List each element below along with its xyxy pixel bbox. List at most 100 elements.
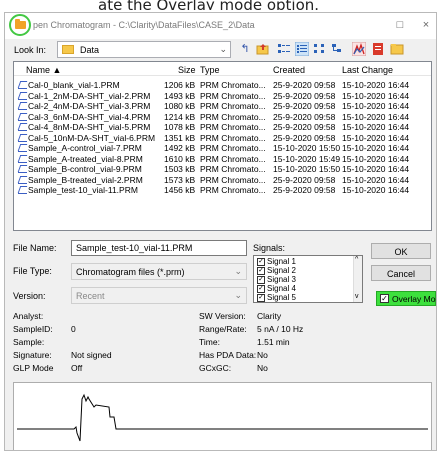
cell-last-change: 15-10-2020 16:44 [342,122,410,132]
tiles-view-icon[interactable] [313,42,327,56]
cell-size: 1214 kB [164,111,196,122]
table-row[interactable]: Sample_A-treated_vial-8.PRM 1610 kB PRM Ch… [16,154,429,165]
folder-icon[interactable] [390,42,404,56]
column-name[interactable]: Name ▲ [26,65,61,75]
table-row[interactable]: Sample_A-control_vial-7.PRM 1492 kB PRM Ch… [16,143,429,154]
column-created[interactable]: Created [273,65,305,75]
range-rate-value: 5 nA / 10 Hz [257,324,304,334]
signal-item[interactable]: ✓ Signal 3 [257,276,296,284]
signal-label: Signal 1 [267,257,296,266]
file-name-field[interactable]: Sample_test-10_vial-11.PRM [71,240,247,256]
signals-list[interactable]: ✓ Signal 1 ✓ Signal 2 ✓ Signal 3 ✓ Signal 4 ✓ Sig… [253,255,363,303]
table-row[interactable]: Cal-2_4nM-DA-SHT_vial-3.PRM 1080 kB PRM Ch… [16,101,429,112]
file-name-value: Sample_test-10_vial-11.PRM [76,243,193,253]
signal-label: Signal 4 [267,284,296,293]
cell-type: PRM Chromato... [200,174,266,185]
file-type-value: Chromatogram files (*.prm) [76,267,185,277]
cancel-button[interactable]: Cancel [371,265,431,281]
scroll-up-icon[interactable]: ^ [355,256,358,263]
cell-size: 1080 kB [164,101,196,111]
table-row[interactable]: Cal-1_2nM-DA-SHT_vial-2.PRM 1493 kB PRM Ch… [16,91,429,102]
chromatogram-file-icon [18,134,27,142]
scroll-down-icon[interactable]: v [355,293,359,300]
checkbox-icon[interactable]: ✓ [257,285,265,293]
open-chromatogram-dialog: pen Chromatogram - C:\Clarity\DataFiles\… [4,12,437,451]
table-row[interactable]: Cal-3_6nM-DA-SHT_vial-4.PRM 1214 kB PRM Ch… [16,112,429,123]
chromatogram-file-icon [18,155,27,163]
pda-label: Has PDA Data: [199,350,257,360]
folder-app-icon[interactable] [9,14,31,36]
cell-size: 1351 kB [164,132,196,143]
chromatogram-preview [13,382,432,450]
file-list[interactable]: Name ▲ Size Type Created Last Change Cal… [13,61,432,231]
details-view-icon[interactable] [294,41,310,57]
checkbox-icon[interactable]: ✓ [257,276,265,284]
checkbox-icon[interactable]: ✓ [257,258,265,266]
table-row[interactable]: Sample_test-10_vial-11.PRM 1456 kB PRM Chr… [16,185,429,196]
cell-size: 1078 kB [164,122,196,132]
column-last-change[interactable]: Last Change [342,65,393,75]
cell-size: 1206 kB [164,80,196,90]
cell-type: PRM Chromato... [200,101,266,111]
maximize-button[interactable]: □ [393,18,407,32]
window-title: pen Chromatogram - C:\Clarity\DataFiles\… [33,20,255,30]
signal-item[interactable]: ✓ Signal 4 [257,285,296,293]
signal-item[interactable]: ✓ Signal 2 [257,267,296,275]
cell-created: 25-9-2020 09:58 [273,90,336,101]
glp-mode-value: Off [71,363,83,373]
table-row[interactable]: Cal-5_10nM-DA-SHT_vial-6.PRM 1351 kB PRM C… [16,133,429,144]
signal-item[interactable]: ✓ Signal 5 [257,294,296,302]
chromatogram-file-icon [18,176,27,184]
version-select[interactable]: Recent ⌄ [71,287,247,304]
table-row[interactable]: Cal-0_blank_vial-1.PRM 1206 kB PRM Chromat… [16,80,429,91]
cell-name: Sample_B-treated_vial-2.PRM [28,174,143,185]
cell-size: 1456 kB [164,185,196,195]
ok-button[interactable]: OK [371,243,431,259]
checkbox-icon[interactable]: ✓ [257,267,265,275]
time-value: 1.51 min [257,337,290,347]
chromatogram-file-icon [18,144,27,152]
chromatogram-trace [17,393,428,442]
up-folder-icon[interactable] [256,42,270,56]
signal-label: Signal 3 [267,275,296,284]
chevron-down-icon: ⌄ [219,44,227,54]
tree-view-icon[interactable] [331,42,345,56]
signals-scrollbar[interactable]: ^ v [353,256,362,302]
cell-name: Cal-3_6nM-DA-SHT_vial-4.PRM [28,111,151,122]
file-name-label: File Name: [13,243,57,253]
cell-last-change: 15-10-2020 16:44 [342,164,410,174]
list-view-icon[interactable] [277,42,291,56]
cell-size: 1503 kB [164,164,196,174]
table-row[interactable]: Sample_B-control_vial-9.PRM 1503 kB PRM Ch… [16,164,429,175]
sw-version-label: SW Version: [199,311,246,321]
sampleid-label: SampleID: [13,324,53,334]
back-icon[interactable]: ↰ [238,42,252,56]
checkmark-icon: ✓ [380,294,389,303]
cell-type: PRM Chromato... [200,164,266,174]
cell-type: PRM Chromato... [200,90,266,101]
analyst-label: Analyst: [13,311,44,321]
chevron-down-icon: ⌄ [234,290,242,300]
cell-last-change: 15-10-2020 16:44 [342,153,410,164]
table-row[interactable]: Cal-4_8nM-DA-SHT_vial-5.PRM 1078 kB PRM Ch… [16,122,429,133]
column-size[interactable]: Size [178,65,196,75]
sw-version-value: Clarity [257,311,282,321]
range-rate-label: Range/Rate: [199,324,247,334]
column-type[interactable]: Type [200,65,220,75]
look-in-label: Look In: [14,45,47,55]
file-list-header: Name ▲ Size Type Created Last Change [14,62,431,76]
cell-last-change: 15-10-2020 16:44 [342,111,410,122]
signal-item[interactable]: ✓ Signal 1 [257,258,296,266]
overlay-mode-checkbox[interactable]: ✓ Overlay Mode [376,291,436,306]
red-document-icon[interactable] [371,42,385,56]
file-type-select[interactable]: Chromatogram files (*.prm) ⌄ [71,263,247,280]
chart-icon[interactable] [351,41,367,57]
close-button[interactable]: × [419,18,433,32]
cell-size: 1493 kB [164,90,196,101]
checkbox-icon[interactable]: ✓ [257,294,265,302]
signals-label: Signals: [253,243,286,253]
look-in-combo[interactable]: Data ⌄ [57,41,231,58]
cell-type: PRM Chromato... [200,122,266,132]
version-label: Version: [13,291,46,301]
table-row[interactable]: Sample_B-treated_vial-2.PRM 1573 kB PRM Ch… [16,175,429,186]
